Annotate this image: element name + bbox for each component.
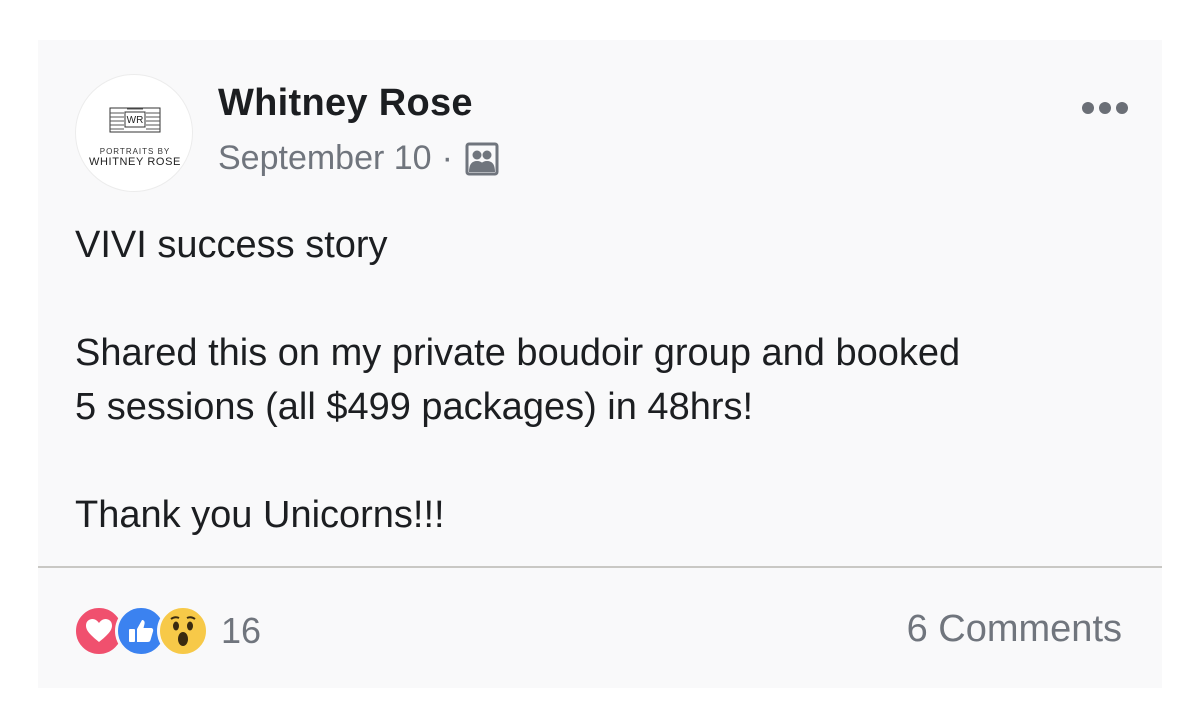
comments-link[interactable]: 6 Comments <box>907 608 1122 651</box>
more-dot-icon <box>1099 102 1111 114</box>
post-card: WR PORTRAITS BY WHITNEY ROSE Whitney Ros… <box>38 40 1162 688</box>
divider <box>38 566 1162 568</box>
avatar-logo-line2: WHITNEY ROSE <box>89 156 181 168</box>
post-date[interactable]: September 10 <box>218 139 432 178</box>
meta-separator: · <box>441 139 453 177</box>
more-options-button[interactable] <box>1082 102 1128 114</box>
avatar[interactable]: WR PORTRAITS BY WHITNEY ROSE <box>75 74 193 192</box>
wow-reaction-icon <box>157 605 209 657</box>
post-text-line: 5 sessions (all $499 packages) in 48hrs! <box>75 386 754 428</box>
more-dot-icon <box>1116 102 1128 114</box>
post-text: VIVI success story Shared this on my pri… <box>75 218 1135 542</box>
more-dot-icon <box>1082 102 1094 114</box>
group-icon <box>465 142 499 175</box>
reactions-summary[interactable]: 16 <box>73 605 261 657</box>
avatar-logo-line1: PORTRAITS BY <box>99 147 171 156</box>
post-text-line: Shared this on my private boudoir group … <box>75 332 961 374</box>
avatar-monogram: WR <box>127 115 144 126</box>
post-meta: September 10 · <box>218 139 499 178</box>
author-name[interactable]: Whitney Rose <box>218 82 473 125</box>
reaction-count: 16 <box>221 610 262 651</box>
post-text-line: Thank you Unicorns!!! <box>75 494 445 536</box>
camera-logo-icon: WR <box>109 107 161 133</box>
post-text-title: VIVI success story <box>75 224 388 266</box>
